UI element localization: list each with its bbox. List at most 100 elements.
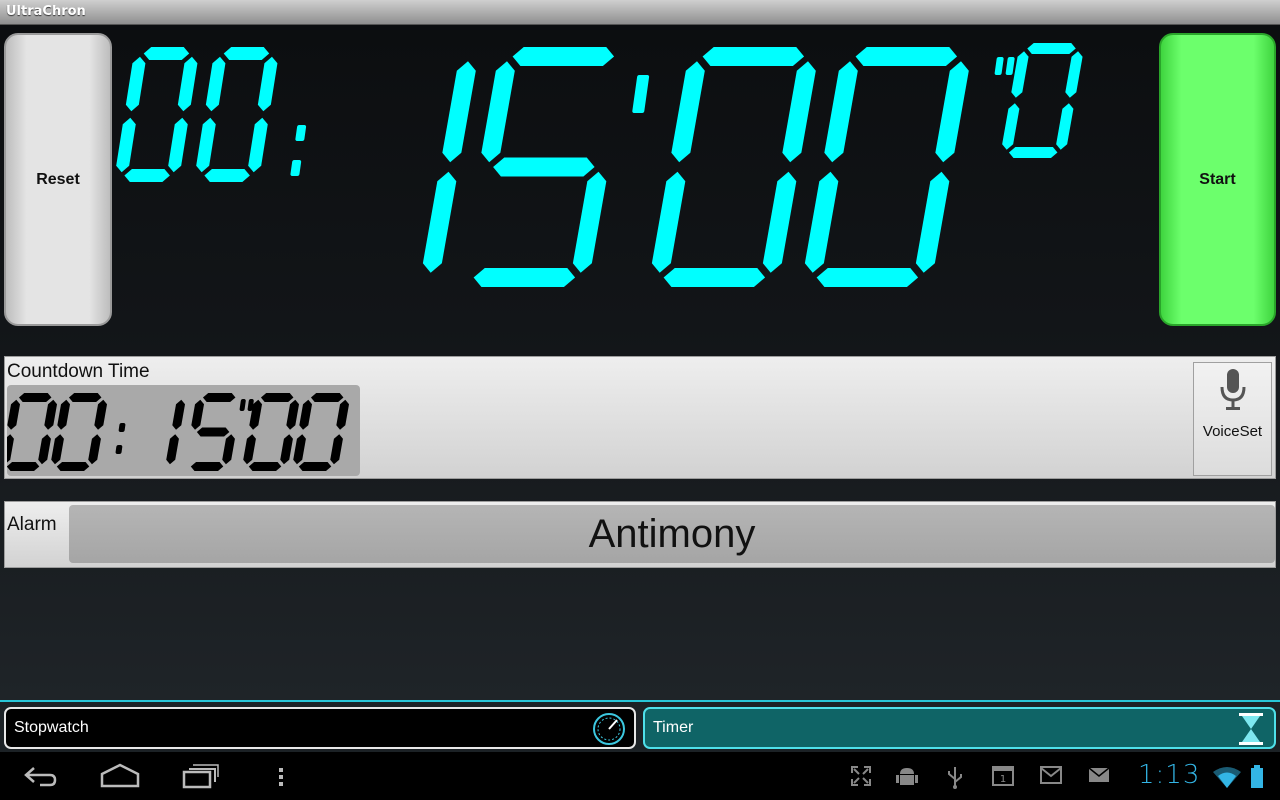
digit-segment: [671, 61, 705, 163]
digit-segment: [166, 434, 179, 465]
digit-segment: [6, 462, 40, 471]
colon-dot: [118, 423, 126, 432]
digit-segment: [143, 47, 190, 60]
minute-mark: [632, 75, 650, 113]
digit-segment: [310, 393, 344, 402]
voiceset-label: VoiceSet: [1202, 423, 1263, 440]
stopwatch-icon: [593, 713, 625, 745]
digit-segment: [260, 393, 294, 402]
digit-segment: [702, 47, 805, 66]
seven-seg-digit: [804, 47, 969, 287]
digit-segment: [935, 61, 969, 163]
app-title: UltraChron: [6, 4, 86, 19]
mode-tab-bar: Stopwatch Timer: [0, 700, 1280, 752]
second-mark: [239, 399, 246, 411]
digit-segment: [18, 393, 52, 402]
digit-segment: [1065, 51, 1083, 98]
digit-segment: [125, 56, 146, 112]
digit-segment: [7, 399, 21, 430]
digit-segment: [223, 47, 270, 60]
digit-segment: [782, 61, 816, 163]
countdown-time-value[interactable]: [1, 385, 360, 476]
digit-segment: [56, 462, 90, 471]
seven-seg-digit: [1, 393, 58, 471]
svg-text:1: 1: [1000, 774, 1006, 785]
main-area: Reset Start Countdown Time VoiceSet Alar…: [0, 25, 1280, 700]
digit-segment: [1027, 43, 1076, 54]
digit-segment: [202, 393, 236, 402]
gmail-icon: [1040, 766, 1062, 784]
digit-segment: [855, 47, 958, 66]
start-button[interactable]: Start: [1159, 33, 1276, 326]
digit-segment: [68, 393, 102, 402]
countdown-label: Countdown Time: [7, 361, 150, 382]
digit-segment: [1002, 103, 1020, 150]
digit-segment: [824, 61, 858, 163]
menu-icon[interactable]: [276, 762, 286, 790]
digit-segment: [38, 434, 51, 465]
voiceset-button[interactable]: VoiceSet: [1193, 362, 1272, 476]
tab-stopwatch-label: Stopwatch: [14, 719, 89, 736]
status-clock: 1:13: [1138, 760, 1201, 790]
digit-segment: [330, 434, 343, 465]
title-bar: UltraChron: [0, 0, 1280, 25]
tab-timer[interactable]: Timer: [643, 707, 1276, 749]
colon-dot: [115, 445, 123, 454]
microphone-icon: [1220, 369, 1245, 410]
digit-segment: [422, 171, 457, 273]
colon-dot: [295, 125, 307, 141]
timer-display: [116, 43, 1083, 287]
digit-segment: [116, 117, 136, 173]
digit-segment: [816, 268, 919, 287]
battery-icon: [1251, 765, 1263, 788]
seven-seg-digit: [651, 47, 816, 287]
second-mark: [994, 57, 1004, 75]
digit-segment: [915, 171, 950, 273]
seven-seg-digit: [116, 47, 198, 182]
digit-segment: [168, 117, 188, 173]
tab-stopwatch[interactable]: Stopwatch: [4, 707, 636, 749]
reset-button[interactable]: Reset: [4, 33, 112, 326]
fullscreen-icon: [851, 766, 871, 786]
digit-segment: [336, 399, 350, 430]
second-mark: [1005, 57, 1015, 75]
digit-segment: [248, 462, 282, 471]
digit-segment: [196, 117, 216, 173]
digit-segment: [1, 434, 14, 465]
email-icon: [1088, 767, 1110, 782]
digit-segment: [222, 434, 235, 465]
digit-segment: [299, 399, 313, 430]
digit-segment: [804, 171, 839, 273]
digit-segment: [293, 434, 306, 465]
system-nav-bar: 1 1:13: [0, 752, 1280, 800]
digit-segment: [190, 462, 224, 471]
digit-segment: [57, 399, 71, 430]
digit-segment: [298, 462, 332, 471]
digit-segment: [663, 268, 766, 287]
recent-apps-icon[interactable]: [182, 762, 220, 790]
seven-seg-digit: [422, 61, 476, 273]
alarm-label: Alarm: [7, 514, 57, 535]
home-icon[interactable]: [100, 762, 140, 790]
seven-seg-digit: [473, 47, 615, 287]
countdown-digits: [1, 393, 350, 471]
colon-dot: [290, 160, 302, 176]
countdown-panel[interactable]: Countdown Time VoiceSet: [1, 356, 1276, 479]
digit-segment: [651, 171, 686, 273]
calendar-icon: 1: [992, 766, 1014, 786]
alarm-sound-selector[interactable]: Antimony: [69, 505, 1275, 563]
digit-segment: [191, 399, 205, 430]
digit-segment: [248, 117, 268, 173]
digit-segment: [442, 61, 476, 163]
reset-label: Reset: [36, 170, 80, 188]
digit-segment: [572, 171, 607, 273]
alarm-panel: Alarm Antimony: [4, 501, 1276, 568]
digit-segment: [1056, 103, 1074, 150]
digit-segment: [88, 434, 101, 465]
wifi-icon: [1213, 767, 1241, 788]
back-icon[interactable]: [22, 762, 58, 790]
digit-segment: [286, 399, 300, 430]
digit-segment: [243, 434, 256, 465]
digit-segment: [172, 399, 186, 430]
seven-seg-digit: [196, 47, 278, 182]
